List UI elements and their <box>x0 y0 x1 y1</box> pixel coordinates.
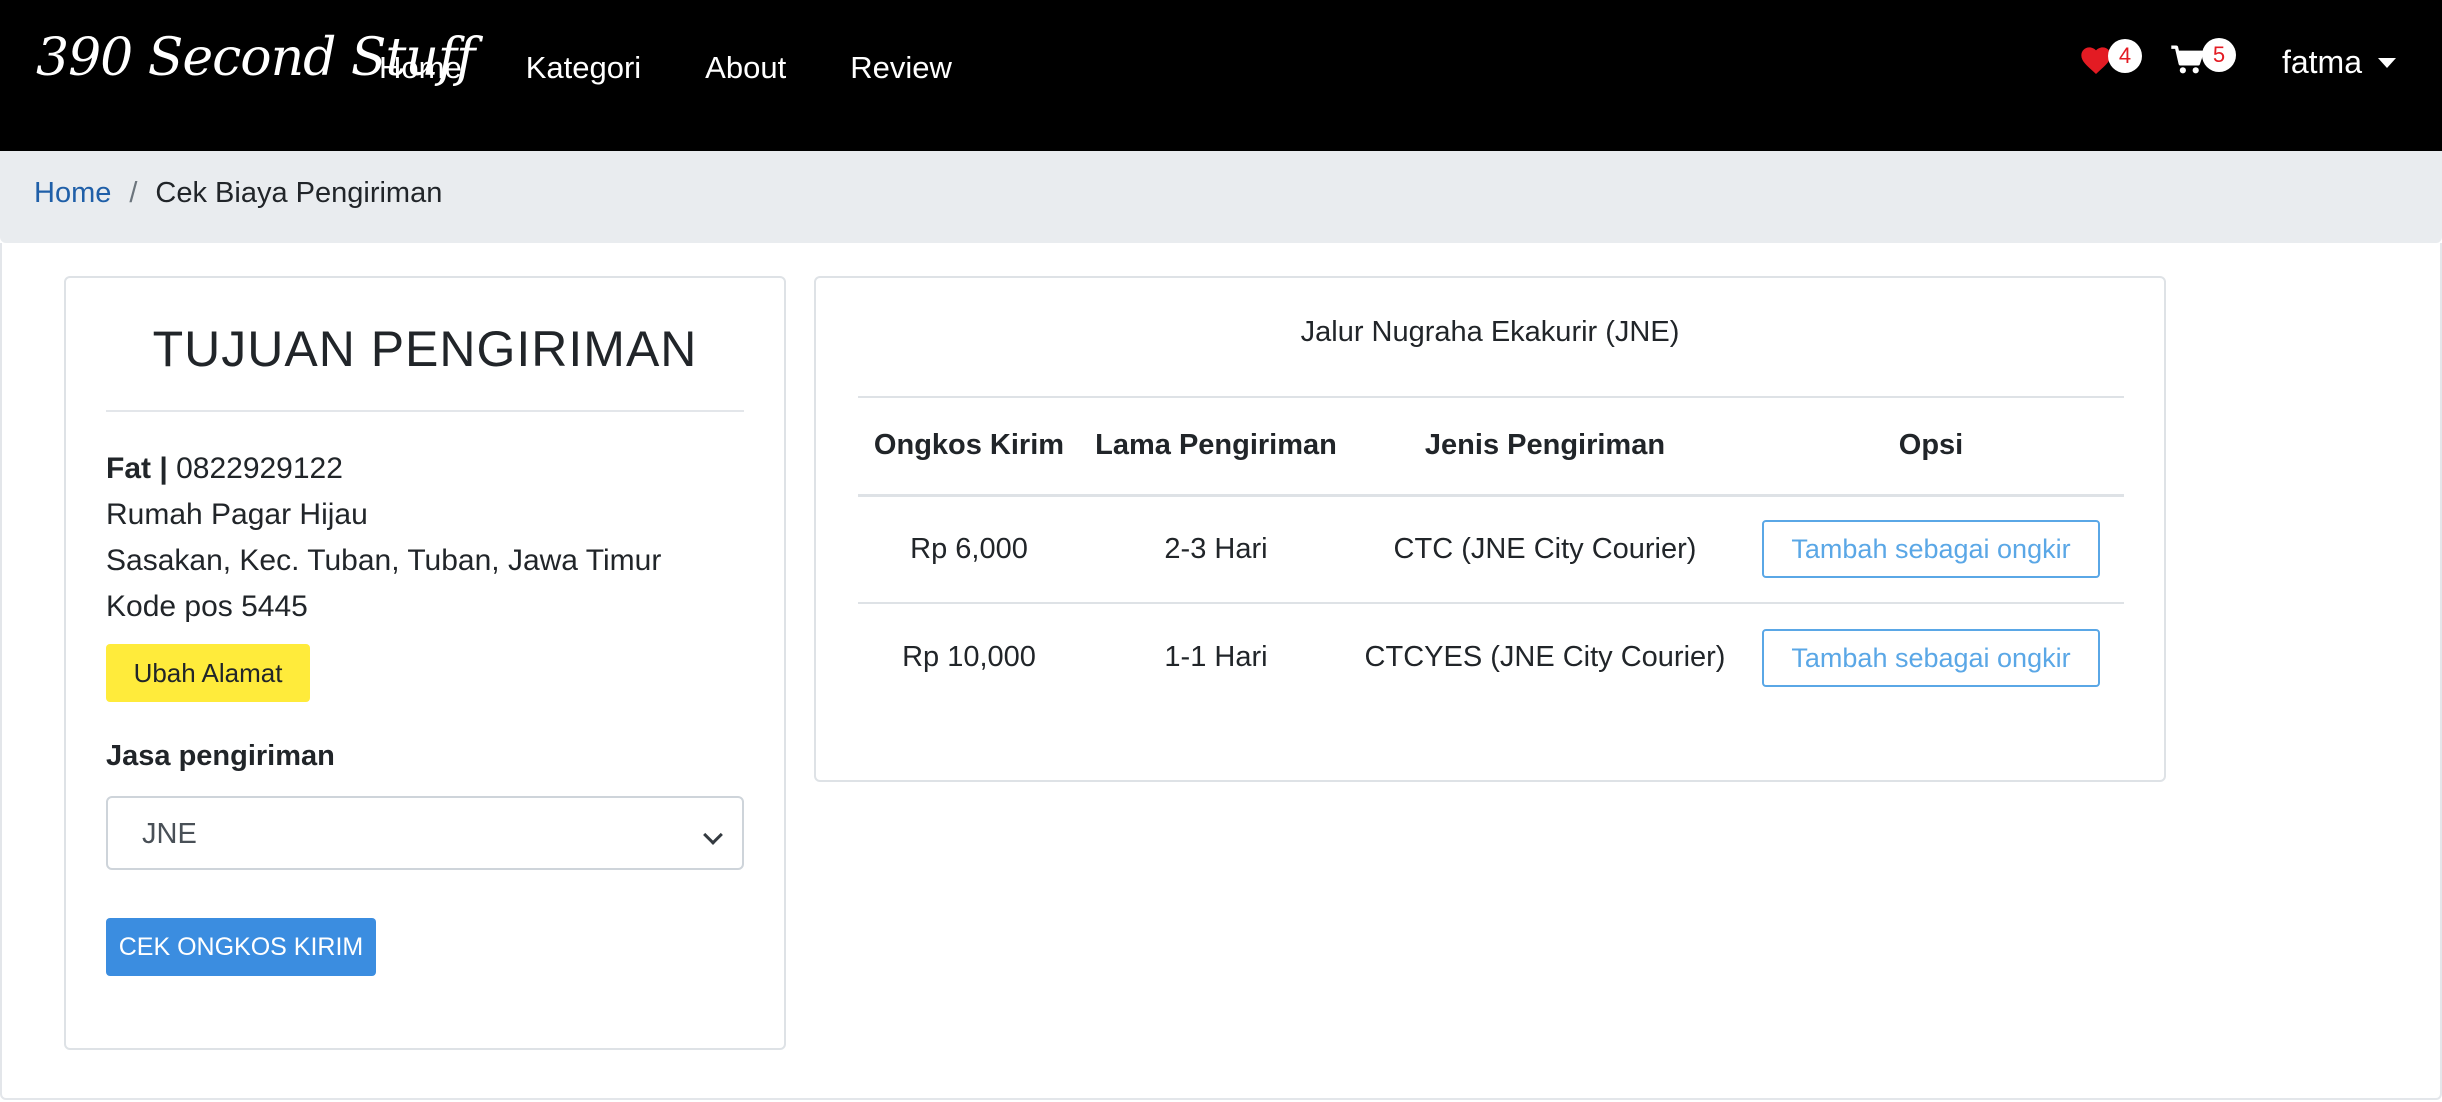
table-row: Rp 10,000 1-1 Hari CTCYES (JNE City Cour… <box>858 603 2124 711</box>
breadcrumb-home-link[interactable]: Home <box>34 177 111 210</box>
nav-link-kategori[interactable]: Kategori <box>526 50 641 86</box>
cart-count-badge: 5 <box>2201 38 2236 72</box>
rate-service: CTC (JNE City Courier) <box>1352 495 1738 604</box>
courier-select-value: JNE <box>142 818 197 850</box>
nav-right: 4 5 fatma <box>2080 38 2396 81</box>
nav-links: Home Kategori About Review <box>379 50 1016 86</box>
courier-name: Jalur Nugraha Ekakurir (JNE) <box>1300 316 1680 348</box>
courier-select[interactable]: JNE <box>106 796 744 870</box>
user-name: fatma <box>2281 44 2362 80</box>
rate-option-cell: Tambah sebagai ongkir <box>1738 495 2124 604</box>
table-header-row: Ongkos Kirim Lama Pengiriman Jenis Pengi… <box>858 396 2124 497</box>
header-service: Jenis Pengiriman <box>1352 396 1738 497</box>
rate-service: CTCYES (JNE City Courier) <box>1364 641 1726 673</box>
address-line-1: Rumah Pagar Hijau <box>106 498 368 531</box>
header-option: Opsi <box>1738 396 2124 497</box>
navbar: 390 Second Stuff Home Kategori About Rev… <box>0 0 2442 151</box>
cart-icon <box>2171 45 2204 74</box>
address-line-2: Sasakan, Kec. Tuban, Tuban, Jawa Timur <box>106 544 662 577</box>
chevron-down-icon <box>703 825 723 845</box>
breadcrumb: Home / Cek Biaya Pengiriman <box>34 177 442 210</box>
recipient-separator: | <box>151 452 177 485</box>
destination-title: TUJUAN PENGIRIMAN <box>152 321 698 377</box>
breadcrumb-separator: / <box>129 177 138 209</box>
rate-cost: Rp 6,000 <box>858 495 1080 604</box>
cart-button[interactable]: 5 <box>2170 38 2236 81</box>
destination-card: TUJUAN PENGIRIMAN Fat | 0822929122 Rumah… <box>64 276 786 1050</box>
check-shipping-cost-button[interactable]: CEK ONGKOS KIRIM <box>106 918 376 976</box>
heart-icon <box>2081 47 2111 74</box>
shipping-rates-card: Jalur Nugraha Ekakurir (JNE) Ongkos Kiri… <box>814 276 2166 782</box>
header-duration: Lama Pengiriman <box>1080 396 1352 497</box>
divider <box>106 410 744 412</box>
nav-link-about[interactable]: About <box>705 50 786 86</box>
table-row: Rp 6,000 2-3 Hari CTC (JNE City Courier)… <box>858 495 2124 604</box>
breadcrumb-bar: Home / Cek Biaya Pengiriman <box>0 151 2442 243</box>
address-block: Fat | 0822929122 Rumah Pagar Hijau Sasak… <box>106 446 661 630</box>
rate-option-cell: Tambah sebagai ongkir <box>1738 603 2124 711</box>
user-menu[interactable]: fatma <box>2282 44 2396 81</box>
rate-duration: 1-1 Hari <box>1164 641 1268 673</box>
postal-code: Kode pos 5445 <box>106 590 308 623</box>
caret-down-icon <box>2378 57 2396 68</box>
recipient-line: Fat | 0822929122 <box>106 446 661 492</box>
rates-table: Ongkos Kirim Lama Pengiriman Jenis Pengi… <box>858 396 2124 711</box>
courier-label: Jasa pengiriman <box>106 740 335 772</box>
breadcrumb-current: Cek Biaya Pengiriman <box>155 177 443 209</box>
wishlist-count-badge: 4 <box>2107 39 2142 73</box>
change-address-button[interactable]: Ubah Alamat <box>106 644 310 702</box>
header-cost: Ongkos Kirim <box>858 396 1080 497</box>
nav-link-review[interactable]: Review <box>850 50 952 86</box>
recipient-name: Fat <box>106 452 151 485</box>
add-as-shipping-button[interactable]: Tambah sebagai ongkir <box>1762 520 2100 579</box>
wishlist-button[interactable]: 4 <box>2080 39 2142 80</box>
add-as-shipping-button[interactable]: Tambah sebagai ongkir <box>1762 628 2100 687</box>
recipient-phone: 0822929122 <box>176 452 343 485</box>
rate-cost: Rp 10,000 <box>902 641 1036 673</box>
nav-link-home[interactable]: Home <box>379 50 462 86</box>
rate-duration: 2-3 Hari <box>1080 495 1352 604</box>
